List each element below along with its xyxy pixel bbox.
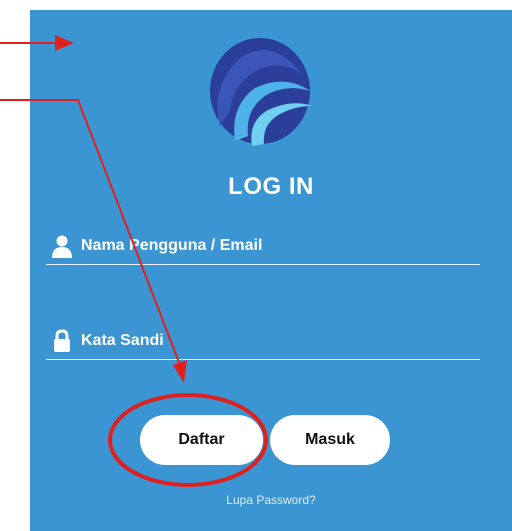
login-button[interactable]: Masuk — [270, 415, 390, 465]
login-screen: LOG IN Nama Pengguna / Email Kata Sandi … — [30, 10, 512, 531]
lock-icon — [54, 329, 70, 352]
user-icon — [52, 235, 72, 258]
page-title: LOG IN — [228, 173, 314, 200]
password-field[interactable]: Kata Sandi — [46, 329, 480, 360]
app-logo — [210, 38, 312, 146]
password-placeholder: Kata Sandi — [81, 332, 164, 349]
forgot-password-link[interactable]: Lupa Password? — [30, 493, 512, 507]
register-button[interactable]: Daftar — [140, 415, 263, 465]
username-placeholder: Nama Pengguna / Email — [81, 237, 263, 254]
username-field[interactable]: Nama Pengguna / Email — [46, 234, 480, 265]
